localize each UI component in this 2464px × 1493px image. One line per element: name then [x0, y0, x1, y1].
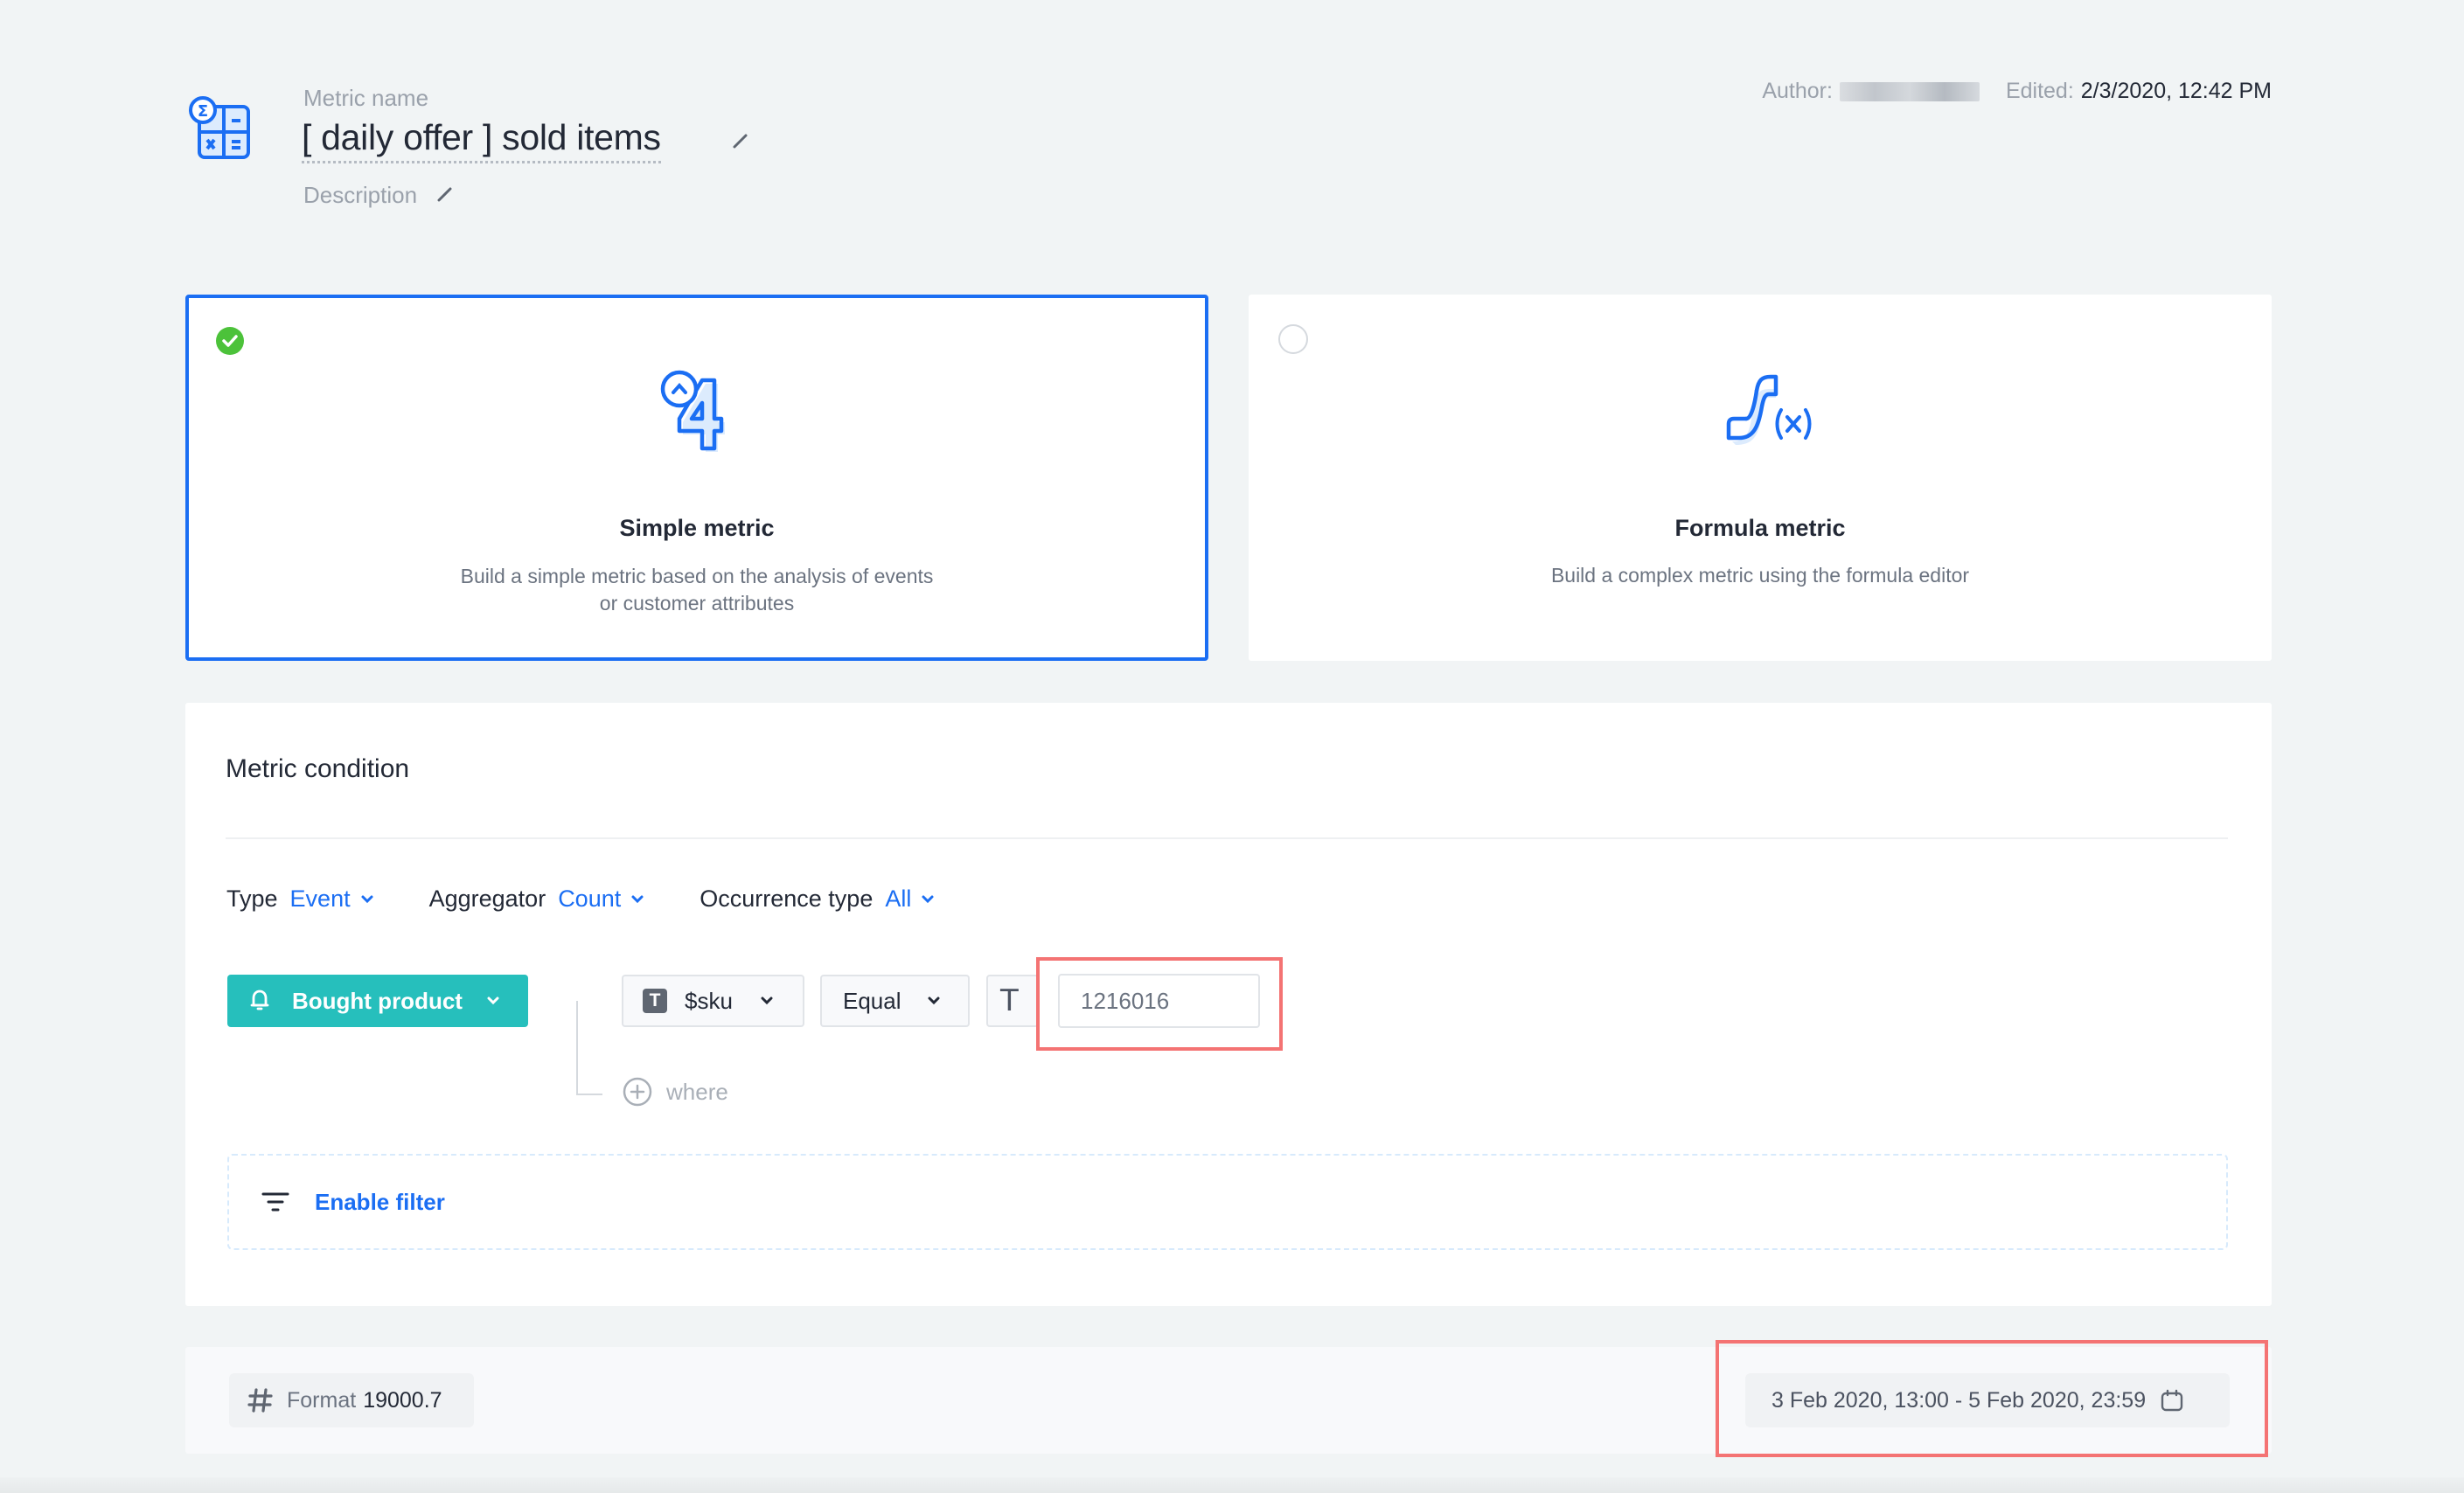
- where-label: where: [666, 1078, 728, 1105]
- chevron-down-icon: [761, 996, 773, 1005]
- filter-icon: [261, 1192, 289, 1212]
- metric-name-label: Metric name: [303, 85, 429, 111]
- divider: [226, 837, 2228, 839]
- card-title: Simple metric: [619, 515, 775, 541]
- highlight-box: [1716, 1340, 2268, 1457]
- enable-filter-button[interactable]: Enable filter: [227, 1154, 2228, 1250]
- operator-value: Equal: [843, 987, 901, 1014]
- plus-circle-icon: [623, 1077, 652, 1107]
- occurrence-type-value[interactable]: All: [885, 885, 911, 913]
- unselected-radio-icon[interactable]: [1278, 324, 1308, 354]
- aggregator-value[interactable]: Count: [558, 885, 621, 913]
- type-select[interactable]: Type Event: [226, 885, 375, 913]
- pencil-icon[interactable]: [731, 131, 750, 150]
- tree-connector: [576, 1001, 602, 1095]
- text-type-icon: T: [1000, 983, 1019, 1018]
- panel-title: Metric condition: [226, 754, 410, 783]
- condition-selectors: Type Event Aggregator Count Occurrence t…: [226, 885, 990, 913]
- chevron-down-icon: [487, 996, 499, 1005]
- author-label: Author:: [1762, 79, 1833, 103]
- format-label: Format: [287, 1387, 357, 1413]
- event-select-button[interactable]: Bought product: [227, 975, 528, 1027]
- aggregator-select[interactable]: Aggregator Count: [429, 885, 646, 913]
- format-button[interactable]: Format 19000.7: [229, 1373, 474, 1427]
- enable-filter-label: Enable filter: [315, 1188, 445, 1215]
- event-name: Bought product: [292, 987, 463, 1014]
- simple-metric-card[interactable]: Simple metric Build a simple metric base…: [185, 295, 1208, 661]
- type-label: Type: [226, 885, 278, 912]
- card-title: Formula metric: [1674, 515, 1846, 541]
- parameter-name: $sku: [685, 987, 733, 1014]
- parameter-select[interactable]: T $sku: [622, 975, 804, 1027]
- edited-value: 2/3/2020, 12:42 PM: [2080, 79, 2272, 103]
- text-type-icon: T: [643, 989, 667, 1013]
- card-description: Build a simple metric based on the analy…: [460, 565, 934, 615]
- type-value[interactable]: Event: [290, 885, 351, 913]
- hash-icon: [247, 1388, 273, 1413]
- bell-icon: [250, 990, 269, 1010]
- page-bottom-edge: [0, 1477, 2464, 1493]
- edited-label: Edited:: [2005, 79, 2074, 103]
- description-label[interactable]: Description: [303, 182, 417, 209]
- author-name-redacted: [1839, 81, 1980, 101]
- value-type-button[interactable]: T: [986, 975, 1039, 1027]
- add-where-button[interactable]: where: [623, 1077, 728, 1107]
- card-description: Build a complex metric using the formula…: [1550, 564, 1970, 587]
- metric-name[interactable]: [ daily offer ] sold items: [302, 117, 661, 164]
- svg-text:Σ: Σ: [198, 102, 208, 121]
- occurrence-type-label: Occurrence type: [700, 885, 874, 912]
- operator-select[interactable]: Equal: [820, 975, 970, 1027]
- formula-metric-icon: [1708, 354, 1813, 459]
- simple-metric-icon: [644, 358, 749, 462]
- selected-check-icon: [215, 326, 245, 356]
- chevron-down-icon: [361, 895, 373, 903]
- format-value: 19000.7: [363, 1387, 442, 1413]
- chevron-down-icon: [922, 895, 934, 903]
- chevron-down-icon: [928, 996, 939, 1005]
- formula-metric-card[interactable]: Formula metric Build a complex metric us…: [1249, 295, 2272, 661]
- metric-calculator-icon: Σ: [187, 94, 257, 164]
- metric-meta: Author: Edited: 2/3/2020, 12:42 PM: [1762, 79, 2272, 104]
- aggregator-label: Aggregator: [428, 885, 546, 912]
- pencil-icon[interactable]: [435, 184, 455, 204]
- occurrence-type-select[interactable]: Occurrence type All: [700, 885, 936, 913]
- chevron-down-icon: [631, 895, 644, 903]
- highlight-box: [1036, 957, 1283, 1051]
